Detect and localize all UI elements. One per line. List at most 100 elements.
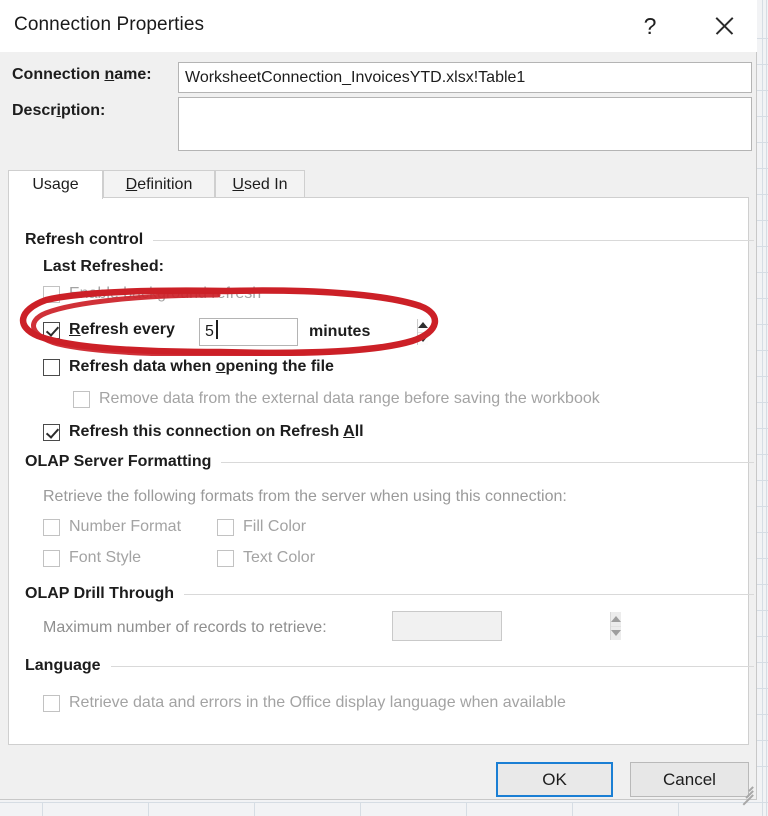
- checkbox-box[interactable]: [43, 321, 60, 339]
- grid-line: [757, 64, 768, 65]
- grid-line: [148, 802, 149, 816]
- grid-line: [757, 532, 768, 533]
- checkbox-refresh-on-refresh-all[interactable]: Refresh this connection on Refresh All: [43, 423, 364, 441]
- checkbox-box[interactable]: [217, 549, 234, 567]
- group-title-olap-server-formatting: OLAP Server Formatting: [25, 453, 212, 470]
- checkbox-font-style[interactable]: Font Style: [43, 549, 141, 567]
- checkbox-label: Fill Color: [243, 518, 307, 535]
- connection-properties-dialog: Connection Properties ? Connection name:…: [0, 0, 757, 806]
- grid-line: [254, 802, 255, 816]
- grid-line: [757, 506, 768, 507]
- cancel-button-label: Cancel: [663, 769, 716, 789]
- triangle-down-icon[interactable]: [418, 331, 428, 346]
- description-input[interactable]: [178, 97, 752, 151]
- grid-line: [757, 480, 768, 481]
- checkbox-box[interactable]: [43, 518, 60, 536]
- grid-line: [360, 802, 361, 816]
- grid-line: [757, 350, 768, 351]
- grid-line: [757, 376, 768, 377]
- cancel-button[interactable]: Cancel: [630, 762, 749, 797]
- grid-line: [757, 168, 768, 169]
- resize-grip[interactable]: [739, 782, 754, 806]
- grid-line: [757, 714, 768, 715]
- tab-used-in-label: Used In: [232, 175, 288, 193]
- checkbox-label: Number Format: [69, 518, 182, 535]
- spinner-buttons: [610, 612, 621, 640]
- grid-line: [678, 802, 679, 816]
- connection-name-input[interactable]: [178, 62, 752, 93]
- grid-line: [757, 272, 768, 273]
- checkbox-box[interactable]: [43, 285, 60, 303]
- triangle-up-icon[interactable]: [418, 319, 428, 332]
- checkbox-label: Refresh every: [69, 321, 175, 338]
- checkbox-box[interactable]: [43, 694, 60, 712]
- grid-line: [757, 610, 768, 611]
- triangle-up-icon[interactable]: [611, 612, 621, 626]
- max-records-input[interactable]: [393, 612, 610, 640]
- checkbox-box[interactable]: [73, 390, 90, 408]
- group-rule: [184, 593, 754, 595]
- dialog-titlebar: Connection Properties ?: [0, 0, 757, 52]
- description-label: Description:: [12, 102, 106, 119]
- checkbox-label: Enable background refresh: [69, 285, 262, 302]
- close-icon[interactable]: [702, 7, 746, 45]
- group-header-olap-drill-through: OLAP Drill Through: [25, 585, 754, 603]
- tab-used-in[interactable]: Used In: [215, 170, 305, 198]
- grid-line: [757, 142, 768, 143]
- grid-line: [757, 298, 768, 299]
- checkbox-enable-background-refresh[interactable]: Enable background refresh: [43, 285, 261, 303]
- group-title-olap-drill-through: OLAP Drill Through: [25, 585, 175, 602]
- grid-line: [757, 402, 768, 403]
- checkbox-remove-data-before-save[interactable]: Remove data from the external data range…: [73, 390, 600, 408]
- checkbox-label: Retrieve data and errors in the Office d…: [69, 694, 566, 711]
- tab-strip: Usage Definition Used In: [8, 170, 749, 199]
- checkbox-box[interactable]: [43, 358, 60, 376]
- tab-definition[interactable]: Definition: [103, 170, 215, 198]
- help-icon[interactable]: ?: [628, 7, 672, 45]
- refresh-interval-spinner[interactable]: [199, 318, 428, 346]
- triangle-down-icon[interactable]: [611, 625, 621, 641]
- grid-line: [757, 558, 768, 559]
- grid-line: [757, 246, 768, 247]
- max-records-label: Maximum number of records to retrieve:: [43, 619, 327, 636]
- ok-button[interactable]: OK: [496, 762, 613, 797]
- checkbox-label: Refresh data when opening the file: [69, 358, 334, 375]
- text-cursor: [216, 320, 218, 339]
- max-records-spinner[interactable]: [392, 611, 621, 641]
- grid-line: [757, 740, 768, 741]
- group-header-refresh-control: Refresh control: [25, 231, 754, 249]
- checkbox-text-color[interactable]: Text Color: [217, 549, 315, 567]
- grid-line: [757, 766, 768, 767]
- checkbox-retrieve-office-language[interactable]: Retrieve data and errors in the Office d…: [43, 694, 566, 712]
- grid-line: [762, 0, 763, 816]
- grid-line: [466, 802, 467, 816]
- checkbox-box[interactable]: [43, 423, 60, 441]
- grid-line: [757, 90, 768, 91]
- group-title-refresh-control: Refresh control: [25, 231, 144, 248]
- grid-line: [42, 802, 43, 816]
- dialog-title: Connection Properties: [14, 14, 205, 35]
- grid-line: [757, 194, 768, 195]
- checkbox-label: Font Style: [69, 549, 142, 566]
- tab-usage-label: Usage: [32, 176, 79, 193]
- grid-line: [757, 116, 768, 117]
- grid-line: [757, 688, 768, 689]
- checkbox-number-format[interactable]: Number Format: [43, 518, 181, 536]
- checkbox-box[interactable]: [43, 549, 60, 567]
- tab-usage[interactable]: Usage: [8, 170, 103, 199]
- checkbox-box[interactable]: [217, 518, 234, 536]
- grid-line: [757, 324, 768, 325]
- checkbox-refresh-every[interactable]: Refresh every: [43, 321, 175, 339]
- group-rule: [110, 665, 754, 667]
- grid-line: [757, 584, 768, 585]
- group-title-language: Language: [25, 657, 101, 674]
- checkbox-label: Refresh this connection on Refresh All: [69, 423, 364, 440]
- grid-line: [757, 662, 768, 663]
- tab-definition-label: Definition: [125, 175, 193, 193]
- group-header-language: Language: [25, 657, 754, 675]
- grid-line: [757, 454, 768, 455]
- checkbox-fill-color[interactable]: Fill Color: [217, 518, 306, 536]
- grid-line: [757, 428, 768, 429]
- checkbox-refresh-on-open[interactable]: Refresh data when opening the file: [43, 358, 334, 376]
- checkbox-label: Text Color: [243, 549, 316, 566]
